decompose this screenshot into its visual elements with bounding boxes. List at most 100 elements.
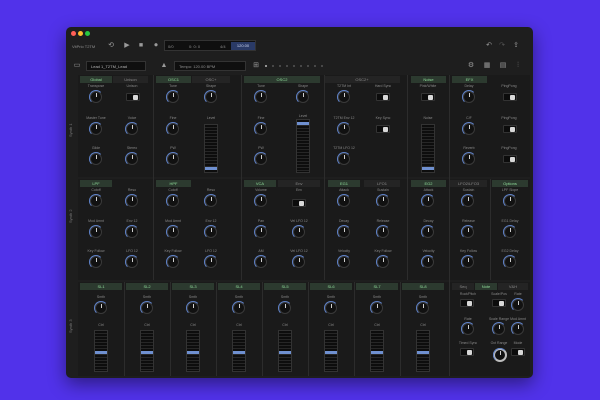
page-dots[interactable] [265, 65, 327, 68]
hpf-keyfollow-knob[interactable] [166, 255, 180, 269]
vca-am-knob[interactable] [254, 255, 268, 269]
pink-white-toggle[interactable] [421, 93, 435, 101]
tab-osc2[interactable]: OSC2 [244, 76, 320, 83]
eg2-release-knob[interactable] [461, 225, 475, 239]
sl3-fader[interactable] [186, 330, 200, 372]
undo-icon[interactable]: ↶ [485, 42, 493, 50]
mod-amnt-knob[interactable] [511, 322, 525, 336]
pingpong1-toggle[interactable] [503, 93, 517, 101]
osc2-level-fader[interactable] [296, 119, 310, 173]
sl8-smth-knob[interactable] [416, 301, 430, 315]
minimize-window-button[interactable] [78, 31, 83, 36]
reverb-knob[interactable] [462, 152, 476, 166]
tab-global[interactable]: Global [80, 76, 112, 83]
sl5-smth-knob[interactable] [278, 301, 292, 315]
osc2-pw-knob[interactable] [254, 152, 268, 166]
eg2-keyfollow-knob[interactable] [461, 255, 475, 269]
osc2-shape-knob[interactable] [296, 90, 310, 104]
tab-sl4[interactable]: SL4 [218, 283, 260, 290]
tab-unison[interactable]: Unison [113, 76, 148, 83]
eg1-delay-knob[interactable] [503, 225, 517, 239]
eg1-release-knob[interactable] [376, 225, 390, 239]
hpf-env-knob[interactable] [204, 225, 218, 239]
sl4-smth-knob[interactable] [232, 301, 246, 315]
vca-pan-knob[interactable] [254, 225, 268, 239]
tab-osc1[interactable]: OSC1 [156, 76, 191, 83]
eg2-decay-knob[interactable] [421, 225, 435, 239]
tab-vca[interactable]: VCA [244, 180, 276, 187]
osc1-level-fader[interactable] [204, 124, 218, 173]
t2tm-lfo-knob[interactable] [337, 152, 351, 166]
hpf-reso-knob[interactable] [204, 194, 218, 208]
tab-eg2[interactable]: EG2 [411, 180, 446, 187]
tab-note[interactable]: Note [475, 283, 497, 290]
folder-icon[interactable]: ▭ [73, 62, 81, 70]
eg1-velocity-knob[interactable] [337, 255, 351, 269]
rate-knob[interactable] [461, 322, 475, 336]
lpf-reso-knob[interactable] [125, 194, 139, 208]
key-sync-toggle[interactable] [376, 125, 390, 133]
close-window-button[interactable] [71, 31, 76, 36]
osc1-tune-knob[interactable] [166, 90, 180, 104]
eg2-delay-knob[interactable] [503, 255, 517, 269]
vca-volume-knob[interactable] [254, 194, 268, 208]
tab-env[interactable]: Env [278, 180, 320, 187]
sl3-fader-cap[interactable] [187, 351, 199, 354]
lpf-env-knob[interactable] [125, 225, 139, 239]
grid-icon[interactable]: ▦ [483, 62, 491, 70]
tab-sl6[interactable]: SL6 [310, 283, 352, 290]
scale-range-knob[interactable] [492, 322, 506, 336]
rate2-knob[interactable] [511, 298, 525, 312]
eg1-attack-knob[interactable] [337, 194, 351, 208]
tab-sl1[interactable]: SL1 [80, 283, 122, 290]
export-icon[interactable]: ⇪ [512, 42, 520, 50]
add-icon[interactable]: ⊞ [252, 62, 260, 70]
env-toggle[interactable] [292, 199, 306, 207]
pingpong3-toggle[interactable] [503, 155, 517, 163]
t2tm-env-knob[interactable] [337, 122, 351, 136]
play-icon[interactable]: ▶ [123, 42, 131, 50]
sl6-fader[interactable] [324, 330, 338, 372]
eg2-sustain-knob[interactable] [461, 194, 475, 208]
hpf-mod-knob[interactable] [166, 225, 180, 239]
tab-osc2-plus[interactable]: OSC2+ [324, 76, 400, 83]
tab-sl5[interactable]: SL5 [264, 283, 306, 290]
tab-noise[interactable]: Noise [411, 76, 446, 83]
gear-icon[interactable]: ⚙ [467, 62, 475, 70]
oct-range-knob[interactable] [493, 348, 507, 362]
lpf-lfo-knob[interactable] [125, 255, 139, 269]
hpf-lfo-knob[interactable] [204, 255, 218, 269]
loop-icon[interactable]: ⟲ [107, 42, 115, 50]
noise-fader[interactable] [421, 124, 435, 173]
tab-sl3[interactable]: SL3 [172, 283, 214, 290]
pingpong2-toggle[interactable] [503, 125, 517, 133]
sl1-fader-cap[interactable] [95, 351, 107, 354]
timed-sync-toggle[interactable] [460, 348, 474, 356]
tab-osc1-plus[interactable]: OSC+ [192, 76, 230, 83]
tab-seq[interactable]: Seq [452, 283, 474, 290]
osc2-fine-knob[interactable] [254, 122, 268, 136]
sl1-fader[interactable] [94, 330, 108, 372]
tab-efx[interactable]: EFX [452, 76, 487, 83]
vca-lfo2-knob[interactable] [292, 255, 306, 269]
sl7-fader[interactable] [370, 330, 384, 372]
keyboard-icon[interactable]: ▤ [499, 62, 507, 70]
tab-hpf[interactable]: HPF [156, 180, 191, 187]
transpose-knob[interactable] [89, 90, 103, 104]
sl8-fader-cap[interactable] [417, 351, 429, 354]
eg1-keyfollow-knob[interactable] [376, 255, 390, 269]
tab-sl7[interactable]: SL7 [356, 283, 398, 290]
preset-selector[interactable]: Lead 1_T2TM_Lead [86, 61, 146, 71]
voice-knob[interactable] [125, 122, 139, 136]
tab-lfo2-lfo3[interactable]: LFO2/LFO3 [450, 180, 487, 187]
cf-knob[interactable] [462, 122, 476, 136]
sl7-smth-knob[interactable] [370, 301, 384, 315]
sl1-smth-knob[interactable] [94, 301, 108, 315]
tab-options[interactable]: Options [492, 180, 528, 187]
unison-toggle[interactable] [126, 93, 140, 101]
eg2-velocity-knob[interactable] [421, 255, 435, 269]
mixer-icon[interactable]: ⫶ [514, 62, 522, 70]
osc1-pw-knob[interactable] [166, 152, 180, 166]
tab-lpf[interactable]: LPF [80, 180, 112, 187]
record-icon[interactable]: ⏺ [152, 42, 160, 50]
